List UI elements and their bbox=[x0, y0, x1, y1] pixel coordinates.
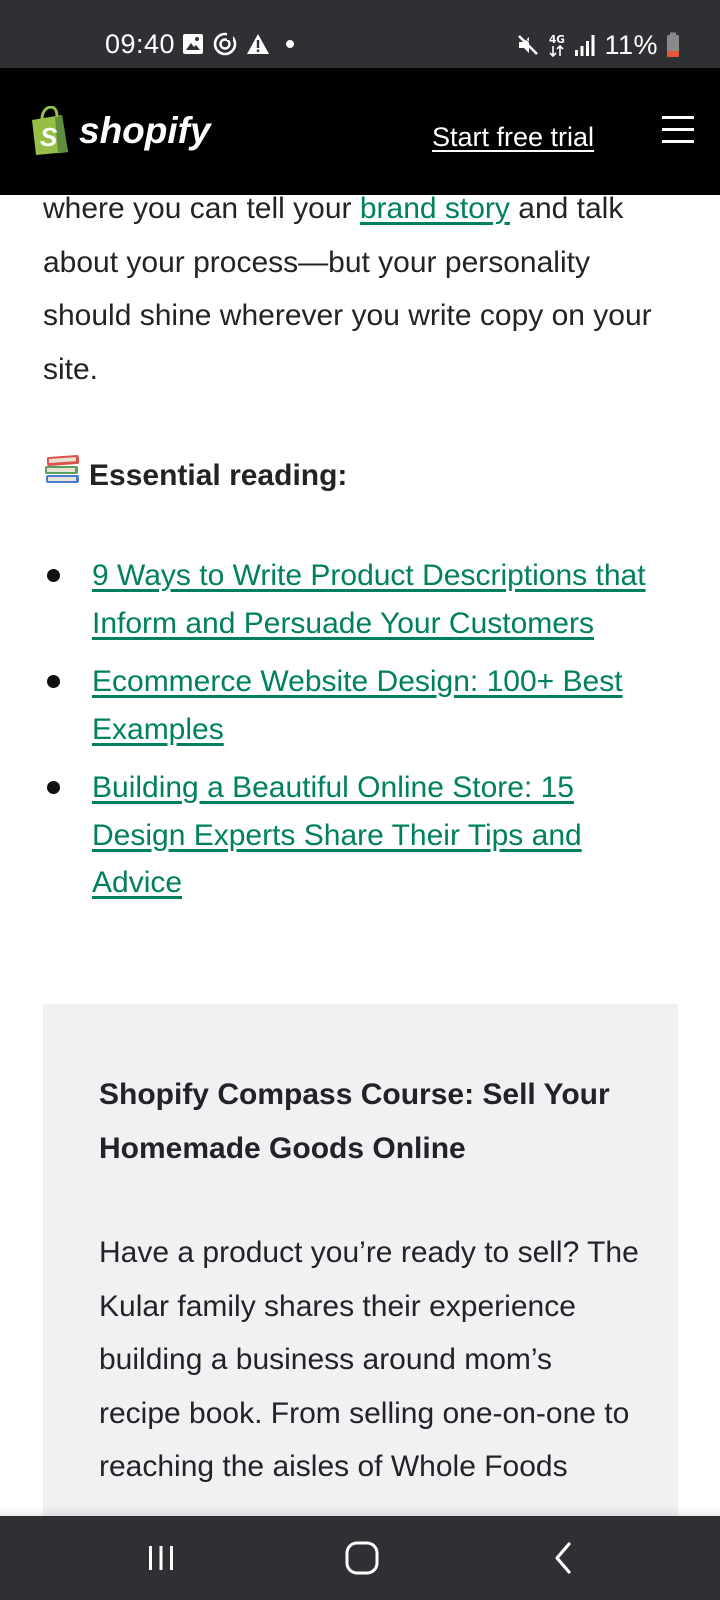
bullet-icon bbox=[47, 569, 60, 582]
shopify-bag-icon: S bbox=[32, 106, 68, 155]
reading-list: 9 Ways to Write Product Descriptions tha… bbox=[0, 552, 720, 918]
brand-story-link[interactable]: brand story bbox=[360, 192, 510, 225]
sync-icon bbox=[213, 32, 237, 56]
essential-reading-heading: Essential reading: bbox=[43, 448, 347, 504]
signal-icon bbox=[575, 35, 595, 56]
svg-text:4G: 4G bbox=[549, 34, 565, 46]
network-4g-icon: 4G bbox=[549, 34, 565, 58]
essential-reading-label: Essential reading: bbox=[89, 459, 348, 492]
course-title: Shopify Compass Course: Sell Your Homema… bbox=[99, 1078, 610, 1165]
list-item: Building a Beautiful Online Store: 15 De… bbox=[0, 764, 652, 907]
shopify-wordmark: shopify bbox=[79, 110, 211, 151]
nav-bar-shadow bbox=[0, 1506, 720, 1516]
back-icon[interactable] bbox=[534, 1538, 594, 1578]
warning-icon bbox=[247, 34, 269, 54]
list-item: Ecommerce Website Design: 100+ Best Exam… bbox=[0, 658, 652, 753]
system-nav-bar bbox=[0, 1516, 720, 1600]
mute-icon bbox=[518, 33, 540, 55]
battery-icon bbox=[667, 32, 679, 57]
svg-text:S: S bbox=[40, 122, 58, 152]
hamburger-menu-icon[interactable] bbox=[662, 116, 694, 144]
reading-link-ecommerce-design[interactable]: Ecommerce Website Design: 100+ Best Exam… bbox=[92, 665, 623, 746]
status-bar: 09:40 4G 11% bbox=[0, 0, 720, 68]
paragraph-text-start: where you can tell your bbox=[43, 192, 360, 225]
screen: 09:40 4G 11% S shopify Start free trial … bbox=[0, 0, 720, 1600]
status-icons-left bbox=[182, 31, 299, 57]
status-icons-right: 4G 11% bbox=[516, 27, 680, 63]
recents-icon[interactable] bbox=[131, 1538, 191, 1578]
site-header: S shopify Start free trial bbox=[0, 68, 720, 195]
reading-link-product-descriptions[interactable]: 9 Ways to Write Product Descriptions tha… bbox=[92, 559, 646, 640]
image-icon bbox=[183, 34, 203, 54]
bullet-icon bbox=[47, 781, 60, 794]
dot-icon bbox=[286, 40, 294, 48]
battery-percent: 11% bbox=[604, 30, 658, 60]
status-time: 09:40 bbox=[105, 29, 176, 59]
start-free-trial-link[interactable]: Start free trial bbox=[432, 120, 594, 154]
list-item: 9 Ways to Write Product Descriptions tha… bbox=[0, 552, 652, 647]
article-paragraph: where you can tell your brand story and … bbox=[43, 182, 683, 396]
home-icon[interactable] bbox=[332, 1538, 392, 1578]
course-description: Have a product you’re ready to sell? The… bbox=[99, 1236, 639, 1483]
shopify-logo[interactable]: S shopify bbox=[28, 106, 211, 156]
books-emoji-icon bbox=[43, 448, 81, 504]
bullet-icon bbox=[47, 675, 60, 688]
reading-link-beautiful-store[interactable]: Building a Beautiful Online Store: 15 De… bbox=[92, 771, 582, 899]
